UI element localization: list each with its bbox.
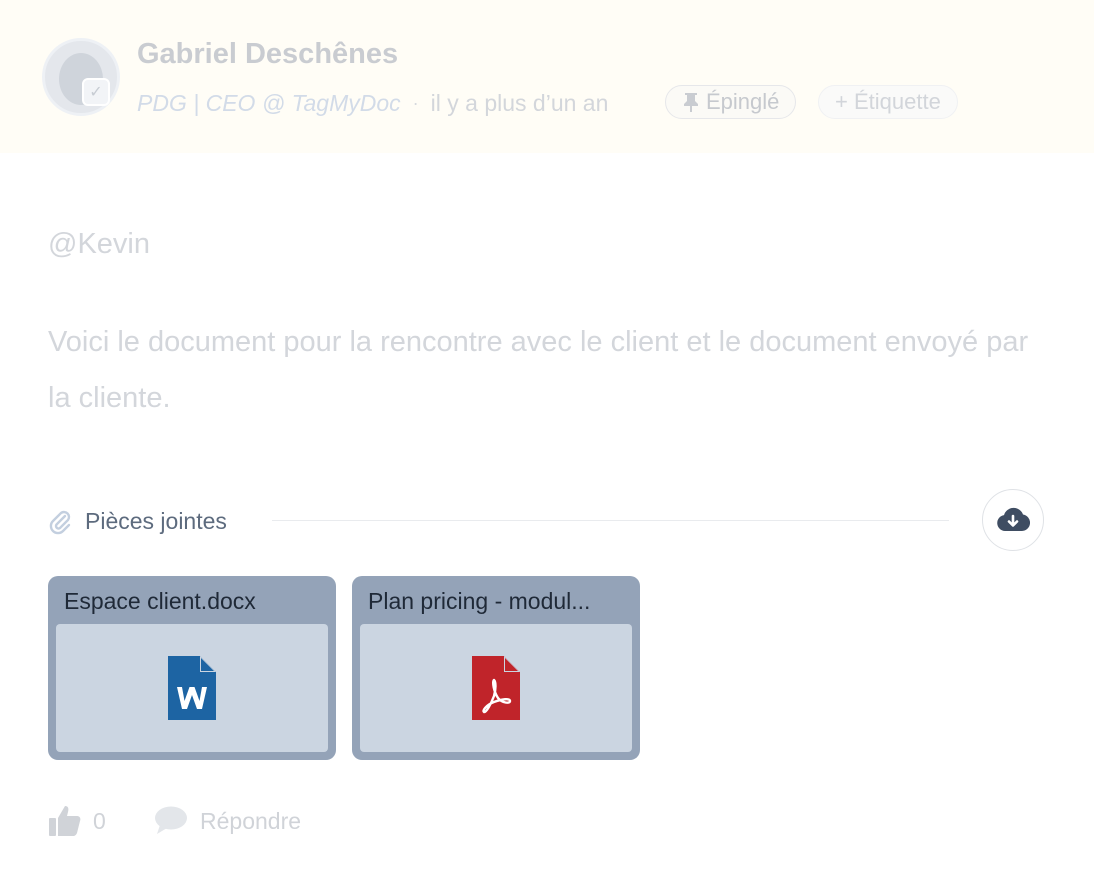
attachment-card[interactable]: Plan pricing - modul...	[352, 576, 640, 760]
download-all-button[interactable]	[982, 489, 1044, 551]
attachment-preview[interactable]	[56, 624, 328, 752]
add-tag-label: + Étiquette	[835, 89, 941, 114]
pinned-label: Épinglé	[706, 89, 780, 114]
speech-bubble-icon[interactable]	[154, 805, 188, 835]
post-timestamp: il y a plus d’un an	[430, 89, 609, 116]
user-mention[interactable]: @Kevin	[48, 228, 150, 261]
attachments-divider	[272, 520, 949, 521]
pin-icon	[684, 93, 698, 112]
paperclip-icon	[49, 510, 71, 535]
post-actions: 0 Répondre	[48, 803, 448, 839]
attachments-title: Pièces jointes	[85, 508, 227, 534]
pinned-badge[interactable]: Épinglé	[665, 85, 797, 119]
attachment-card[interactable]: Espace client.docx	[48, 576, 336, 760]
post-message: Voici le document pour la rencontre avec…	[48, 326, 1029, 414]
word-document-icon	[168, 656, 216, 720]
thumbs-up-icon[interactable]	[48, 803, 82, 837]
reply-button[interactable]: Répondre	[200, 808, 301, 835]
cloud-download-icon	[997, 507, 1030, 531]
avatar[interactable]	[42, 38, 120, 116]
author-role: PDG | CEO @ TagMyDoc	[137, 89, 401, 116]
attachment-name: Espace client.docx	[64, 588, 256, 614]
attachments-header: Pièces jointes	[48, 489, 1046, 551]
like-count: 0	[93, 808, 106, 834]
add-tag-button[interactable]: + Étiquette	[818, 85, 958, 119]
attachment-name: Plan pricing - modul...	[368, 588, 591, 614]
attachment-preview[interactable]	[360, 624, 632, 752]
meta-separator: ·	[412, 92, 419, 113]
author-name[interactable]: Gabriel Deschênes	[137, 38, 398, 71]
post-header: ✓ Gabriel Deschênes PDG | CEO @ TagMyDoc…	[0, 0, 1094, 153]
pdf-document-icon	[472, 656, 520, 720]
post-meta: PDG | CEO @ TagMyDoc · il y a plus d’un …	[137, 88, 608, 118]
verified-badge-icon: ✓	[82, 78, 110, 106]
